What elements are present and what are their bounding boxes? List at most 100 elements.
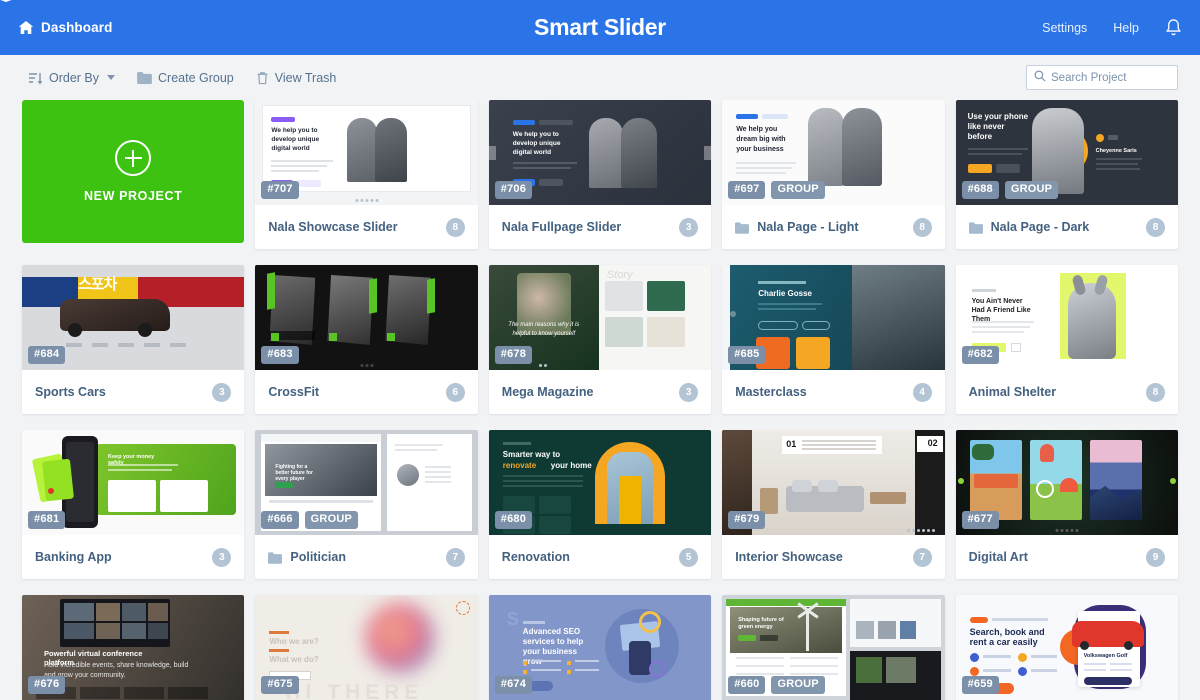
project-thumbnail[interactable]: #683	[255, 265, 478, 370]
card-badges: #674	[494, 676, 533, 694]
project-thumbnail[interactable]: Keep your money safely #681	[22, 430, 245, 535]
home-icon	[18, 20, 34, 36]
project-card-footer: Politician 7	[255, 535, 477, 579]
top-header-bar: Dashboard Smart Slider Settings Help	[0, 0, 1200, 55]
project-thumbnail[interactable]: Shaping future of green energy #660 GROU…	[722, 595, 945, 700]
card-badges: #682	[961, 346, 999, 364]
card-badges: #683	[261, 346, 299, 364]
project-thumbnail[interactable]: Powerful virtual conference platform Hol…	[22, 595, 245, 700]
project-card[interactable]: We help you to develop unique digital wo…	[255, 100, 478, 249]
project-card[interactable]: We help you to develop unique digital wo…	[488, 100, 712, 249]
project-card[interactable]: Shaping future of green energy #660 GROU…	[722, 595, 945, 700]
project-id-badge: #674	[494, 676, 533, 694]
card-badges: #676	[28, 676, 66, 694]
project-thumbnail[interactable]: Use your phone like never before Cheyenn…	[955, 100, 1178, 205]
create-group-button[interactable]: Create Group	[137, 71, 234, 85]
project-title: Nala Showcase Slider	[268, 220, 398, 234]
project-card-footer: CrossFit 6	[255, 370, 477, 414]
project-card[interactable]: Smarter way to renovate your home #680 R…	[488, 430, 712, 579]
project-id-badge: #679	[728, 511, 766, 529]
dashboard-label: Dashboard	[41, 20, 113, 35]
plus-circle-icon	[115, 140, 152, 176]
project-title: Digital Art	[968, 550, 1028, 564]
folder-icon	[268, 551, 283, 564]
project-title: Nala Fullpage Slider	[501, 220, 622, 234]
project-card[interactable]: The main reasons why it is helpful to kn…	[488, 265, 712, 414]
folder-icon	[137, 71, 152, 84]
project-card-footer: Mega Magazine 3	[489, 370, 711, 414]
view-trash-button[interactable]: View Trash	[256, 70, 337, 85]
project-card[interactable]: S Advanced SEO services to help your bus…	[488, 595, 712, 700]
project-card[interactable]: #683 CrossFit 6	[255, 265, 478, 414]
project-card[interactable]: Fighting for a better future for every p…	[255, 430, 478, 579]
project-thumbnail[interactable]: You Ain't Never Had A Friend Like Them #…	[955, 265, 1178, 370]
new-project-card[interactable]: NEW PROJECT	[22, 100, 245, 243]
logo-text: Smart Slider	[534, 14, 666, 40]
project-id-badge: #677	[961, 511, 999, 529]
project-card[interactable]: We help you dream big with your business…	[722, 100, 945, 249]
project-card[interactable]: Who we are? What we do? HI THERE #675	[255, 595, 478, 700]
group-badge: GROUP	[304, 511, 359, 529]
project-card-footer: Interior Showcase 7	[722, 535, 944, 579]
order-by-label: Order By	[49, 70, 100, 85]
search-project-box[interactable]	[1026, 65, 1178, 90]
order-by-button[interactable]: Order By	[28, 70, 116, 85]
card-badges: #688 GROUP	[961, 181, 1059, 199]
project-title: Renovation	[501, 550, 570, 564]
project-id-badge: #685	[728, 346, 766, 364]
toolbar: Order By Create Group View Trash	[0, 55, 1200, 100]
project-thumbnail[interactable]: 스포차 #684	[22, 265, 245, 370]
project-thumbnail[interactable]: S Advanced SEO services to help your bus…	[488, 595, 712, 700]
project-thumbnail[interactable]: Search, book and rent a car easily Volks…	[955, 595, 1178, 700]
settings-link[interactable]: Settings	[1042, 21, 1087, 35]
project-thumbnail[interactable]: The main reasons why it is helpful to kn…	[488, 265, 712, 370]
slide-count-badge: 7	[912, 547, 932, 567]
help-link[interactable]: Help	[1113, 21, 1139, 35]
project-card-footer: Masterclass 4	[722, 370, 944, 414]
project-title: Mega Magazine	[501, 385, 594, 399]
project-card-footer: Digital Art 9	[956, 535, 1178, 579]
project-card-footer: Nala Showcase Slider 8	[255, 205, 477, 249]
card-badges: #697 GROUP	[728, 181, 825, 199]
project-card[interactable]: 01 02 #679 Interior Showcase 7	[722, 430, 945, 579]
project-card[interactable]: Charlie Gosse #685 Masterclass 4	[722, 265, 945, 414]
slide-count-badge: 3	[679, 217, 699, 237]
project-card-footer: Nala Fullpage Slider 3	[489, 205, 711, 249]
project-card-footer: Renovation 5	[489, 535, 711, 579]
project-card[interactable]: #677 Digital Art 9	[955, 430, 1178, 579]
project-thumbnail[interactable]: #677	[955, 430, 1178, 535]
project-card[interactable]: Powerful virtual conference platform Hol…	[22, 595, 245, 700]
sort-icon	[28, 71, 43, 85]
project-title: Banking App	[35, 550, 112, 564]
project-thumbnail[interactable]: We help you to develop unique digital wo…	[255, 100, 478, 205]
project-thumbnail[interactable]: Charlie Gosse #685	[722, 265, 945, 370]
card-badges: #666 GROUP	[261, 511, 359, 529]
search-input[interactable]	[1051, 71, 1170, 84]
project-id-badge: #660	[728, 676, 766, 694]
project-id-badge: #666	[261, 511, 299, 529]
project-id-badge: #707	[261, 181, 299, 199]
project-card[interactable]: 스포차 #684 Sports Cars 3	[22, 265, 245, 414]
project-id-badge: #659	[961, 676, 999, 694]
project-title: Animal Shelter	[968, 385, 1057, 399]
project-card[interactable]: You Ain't Never Had A Friend Like Them #…	[955, 265, 1178, 414]
bell-icon[interactable]	[1165, 18, 1182, 37]
project-card[interactable]: Use your phone like never before Cheyenn…	[955, 100, 1178, 249]
project-thumbnail[interactable]: Fighting for a better future for every p…	[255, 430, 478, 535]
trash-icon	[256, 71, 269, 85]
project-card[interactable]: Search, book and rent a car easily Volks…	[955, 595, 1178, 700]
slide-count-badge: 8	[912, 217, 932, 237]
slide-count-badge: 5	[679, 547, 699, 567]
project-thumbnail[interactable]: We help you to develop unique digital wo…	[488, 100, 712, 205]
project-thumbnail[interactable]: Who we are? What we do? HI THERE #675	[255, 595, 478, 700]
new-project-label: NEW PROJECT	[84, 189, 183, 203]
slide-count-badge: 9	[1145, 547, 1165, 567]
project-thumbnail[interactable]: We help you dream big with your business…	[722, 100, 945, 205]
view-trash-label: View Trash	[274, 70, 337, 85]
project-thumbnail[interactable]: 01 02 #679	[722, 430, 945, 535]
project-id-badge: #681	[28, 511, 66, 529]
dashboard-link[interactable]: Dashboard	[18, 20, 112, 36]
project-thumbnail[interactable]: Smarter way to renovate your home #680	[488, 430, 712, 535]
project-card[interactable]: Keep your money safely #681 Banking App …	[22, 430, 245, 579]
project-card-footer: Nala Page - Dark 8	[956, 205, 1178, 249]
